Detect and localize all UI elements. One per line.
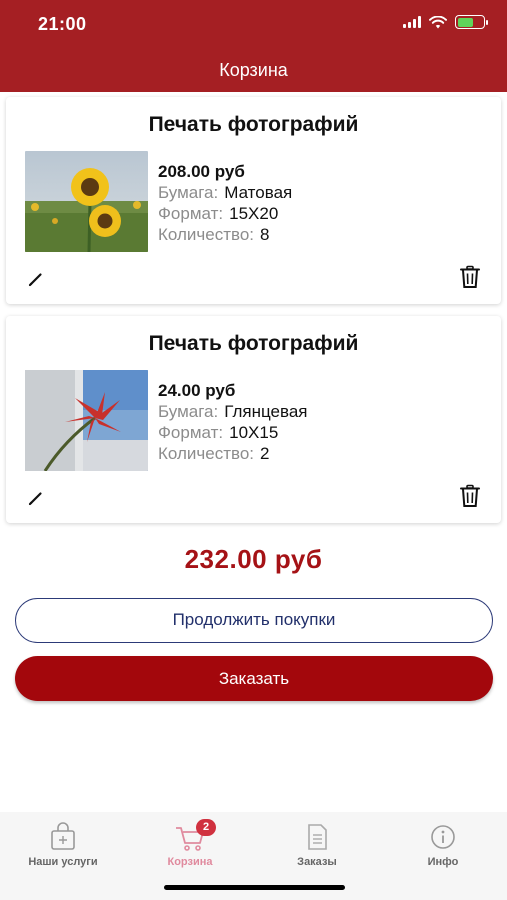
wifi-icon xyxy=(429,15,447,28)
shopping-bag-icon xyxy=(51,822,75,850)
quantity-value: 2 xyxy=(260,444,270,463)
status-icons xyxy=(403,15,488,29)
format-value: 10X15 xyxy=(229,423,279,442)
format-label: Формат: xyxy=(158,204,224,223)
cellular-signal-icon xyxy=(403,16,421,28)
tab-info[interactable]: Инфо xyxy=(388,822,498,868)
flower-photo-thumbnail xyxy=(25,370,148,471)
quantity-row: Количество: 8 xyxy=(158,224,292,245)
paper-value: Матовая xyxy=(224,183,293,202)
trash-icon[interactable] xyxy=(459,484,481,508)
tab-cart-label: Корзина xyxy=(167,856,213,868)
format-row: Формат: 15X20 xyxy=(158,203,292,224)
tab-services[interactable]: Наши услуги xyxy=(8,822,118,868)
cart-item-title: Печать фотографий xyxy=(148,113,359,136)
paper-row: Бумага: Глянцевая xyxy=(158,401,308,422)
cart-item-price: 208.00 руб xyxy=(158,162,245,181)
cart-item-title: Печать фотографий xyxy=(148,332,359,355)
sunflower-photo-thumbnail xyxy=(25,151,148,252)
quantity-row: Количество: 2 xyxy=(158,443,308,464)
quantity-label: Количество: xyxy=(158,444,255,463)
cart-item-details: 208.00 руб Бумага: Матовая Формат: 15X20 К… xyxy=(158,161,292,245)
tab-info-label: Инфо xyxy=(427,856,459,868)
page-title: Корзина xyxy=(219,60,288,80)
paper-label: Бумага: xyxy=(158,183,219,202)
tab-orders[interactable]: Заказы xyxy=(262,822,372,868)
cart-item-card: Печать фотографий 208.00 руб Бумага: Мат… xyxy=(6,97,501,304)
app-header: 21:00 Корзина xyxy=(0,0,507,92)
status-time: 21:00 xyxy=(38,14,87,34)
tab-orders-label: Заказы xyxy=(297,856,337,868)
cart-item-card: Печать фотографий 24.00 руб Бумага: Глянц… xyxy=(6,316,501,523)
home-indicator xyxy=(164,885,345,890)
info-icon xyxy=(431,825,455,849)
paper-row: Бумага: Матовая xyxy=(158,182,292,203)
edit-icon[interactable] xyxy=(26,269,46,289)
cart-item-price: 24.00 руб xyxy=(158,381,236,400)
place-order-button[interactable]: Заказать xyxy=(15,656,493,701)
document-icon xyxy=(308,824,327,850)
continue-shopping-button[interactable]: Продолжить покупки xyxy=(15,598,493,643)
tab-services-label: Наши услуги xyxy=(28,856,98,868)
format-row: Формат: 10X15 xyxy=(158,422,308,443)
quantity-label: Количество: xyxy=(158,225,255,244)
paper-value: Глянцевая xyxy=(224,402,308,421)
quantity-value: 8 xyxy=(260,225,270,244)
cart-count-badge: 2 xyxy=(196,819,216,836)
paper-label: Бумага: xyxy=(158,402,219,421)
battery-icon xyxy=(455,15,488,29)
edit-icon[interactable] xyxy=(26,488,46,508)
tab-cart[interactable]: 2 Корзина xyxy=(135,819,245,868)
format-label: Формат: xyxy=(158,423,224,442)
cart-item-details: 24.00 руб Бумага: Глянцевая Формат: 10X15 … xyxy=(158,380,308,464)
format-value: 15X20 xyxy=(229,204,279,223)
trash-icon[interactable] xyxy=(459,265,481,289)
cart-total: 232.00 руб xyxy=(184,544,323,574)
